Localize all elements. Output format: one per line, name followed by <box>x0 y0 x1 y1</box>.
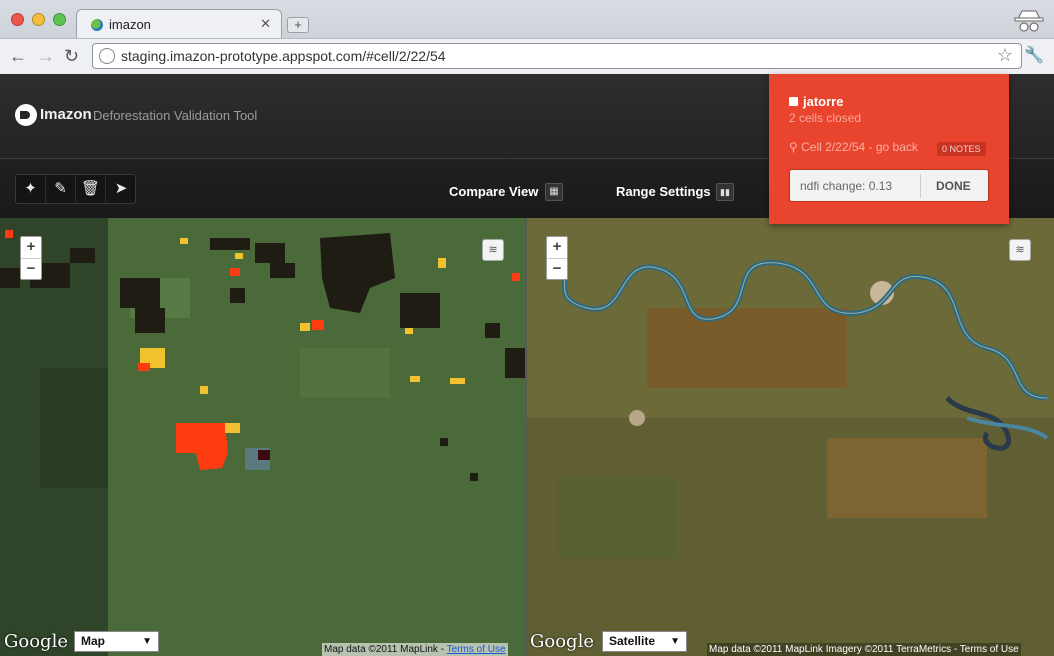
cell-back-text: Cell 2/22/54 - go back <box>801 140 918 154</box>
url-text[interactable]: staging.imazon-prototype.appspot.com/#ce… <box>121 48 446 64</box>
trash-tool-button[interactable]: 🗑 <box>76 175 106 203</box>
app-subtitle: Deforestation Validation Tool <box>93 108 258 123</box>
incognito-icon <box>1014 10 1044 32</box>
maptype-label: Satellite <box>609 634 656 648</box>
done-button[interactable]: DONE <box>936 179 971 193</box>
browser-tab[interactable]: imazon ✕ <box>76 9 282 39</box>
wrench-icon[interactable]: 🔧 <box>1024 45 1044 65</box>
map-attribution: Map data ©2011 MapLink - Terms of Use <box>322 643 508 656</box>
notes-badge[interactable]: 0 NOTES <box>937 142 986 156</box>
pointer-tool-button[interactable]: ➤ <box>106 175 136 203</box>
zoom-out-button[interactable]: − <box>21 258 41 279</box>
magic-wand-tool-button[interactable]: ✦ <box>16 175 46 203</box>
satellite-map[interactable]: + − ≋ Google Satellite ▼ Map data ©2011 … <box>527 218 1054 656</box>
left-zoom-control: + − <box>20 236 42 280</box>
username[interactable]: jatorre <box>789 94 843 109</box>
satellite-map-canvas <box>527 218 1054 656</box>
tool-group: ✦ ✎ 🗑 ➤ <box>15 174 136 204</box>
maptype-select[interactable]: Map ▼ <box>74 631 159 652</box>
google-logo: Google <box>530 631 594 652</box>
compare-view-button[interactable]: Compare View <box>449 184 538 199</box>
right-zoom-control: + − <box>546 236 568 280</box>
favicon-icon <box>91 19 103 31</box>
google-logo: Google <box>4 631 68 652</box>
layers-icon[interactable]: ≋ <box>1009 239 1031 261</box>
username-text: jatorre <box>803 94 844 109</box>
ndfi-change-value: ndfi change: 0.13 <box>800 179 893 193</box>
ndfi-map-canvas <box>0 218 527 656</box>
window-maximize-button[interactable] <box>53 13 66 26</box>
map-attribution: Map data ©2011 MapLink Imagery ©2011 Ter… <box>707 643 1021 656</box>
address-bar[interactable]: staging.imazon-prototype.appspot.com/#ce… <box>92 43 1022 69</box>
terms-link[interactable]: Terms of Use <box>447 644 506 655</box>
reload-icon[interactable]: ↻ <box>64 46 79 67</box>
map-pin-icon: ⚲ <box>789 140 802 154</box>
new-tab-button[interactable]: + <box>287 17 309 33</box>
window-close-button[interactable] <box>11 13 24 26</box>
maptype-select[interactable]: Satellite ▼ <box>602 631 687 652</box>
forward-arrow-icon[interactable]: → <box>37 46 55 67</box>
cell-back-link[interactable]: ⚲ Cell 2/22/54 - go back <box>789 140 918 154</box>
grid-icon[interactable]: ▦ <box>545 183 563 201</box>
zoom-in-button[interactable]: + <box>21 237 41 258</box>
imazon-logo-icon <box>15 104 37 126</box>
ndfi-change-box: ndfi change: 0.13 DONE <box>789 169 989 202</box>
tab-close-icon[interactable]: ✕ <box>260 16 271 32</box>
maptype-label: Map <box>81 634 105 648</box>
ndfi-map[interactable]: + − ≋ Google Map ▼ Map data ©2011 MapLin… <box>0 218 527 656</box>
zoom-in-button[interactable]: + <box>547 237 567 258</box>
browser-toolbar: ← → ↻ staging.imazon-prototype.appspot.c… <box>0 38 1054 74</box>
globe-icon <box>99 48 115 64</box>
pencil-tool-button[interactable]: ✎ <box>46 175 76 203</box>
range-settings-button[interactable]: Range Settings <box>616 184 711 199</box>
cells-closed-count: 2 cells closed <box>789 111 862 125</box>
browser-chrome: imazon ✕ + ← → ↻ staging.imazon-prototyp… <box>0 0 1054 74</box>
bar-chart-icon[interactable]: ▮▮ <box>716 183 734 201</box>
tab-title: imazon <box>109 17 151 32</box>
chevron-down-icon: ▼ <box>670 636 680 647</box>
user-panel: jatorre 2 cells closed ⚲ Cell 2/22/54 - … <box>769 74 1009 224</box>
zoom-out-button[interactable]: − <box>547 258 567 279</box>
logo-text: Imazon <box>40 106 92 123</box>
back-arrow-icon[interactable]: ← <box>9 46 27 67</box>
divider <box>920 174 921 198</box>
layers-icon[interactable]: ≋ <box>482 239 504 261</box>
attribution-text: Map data ©2011 MapLink - <box>324 644 447 655</box>
tab-strip: imazon ✕ + <box>0 0 1054 39</box>
chevron-down-icon: ▼ <box>142 636 152 647</box>
lock-icon <box>789 97 798 106</box>
window-minimize-button[interactable] <box>32 13 45 26</box>
bookmark-star-icon[interactable]: ☆ <box>997 45 1013 66</box>
